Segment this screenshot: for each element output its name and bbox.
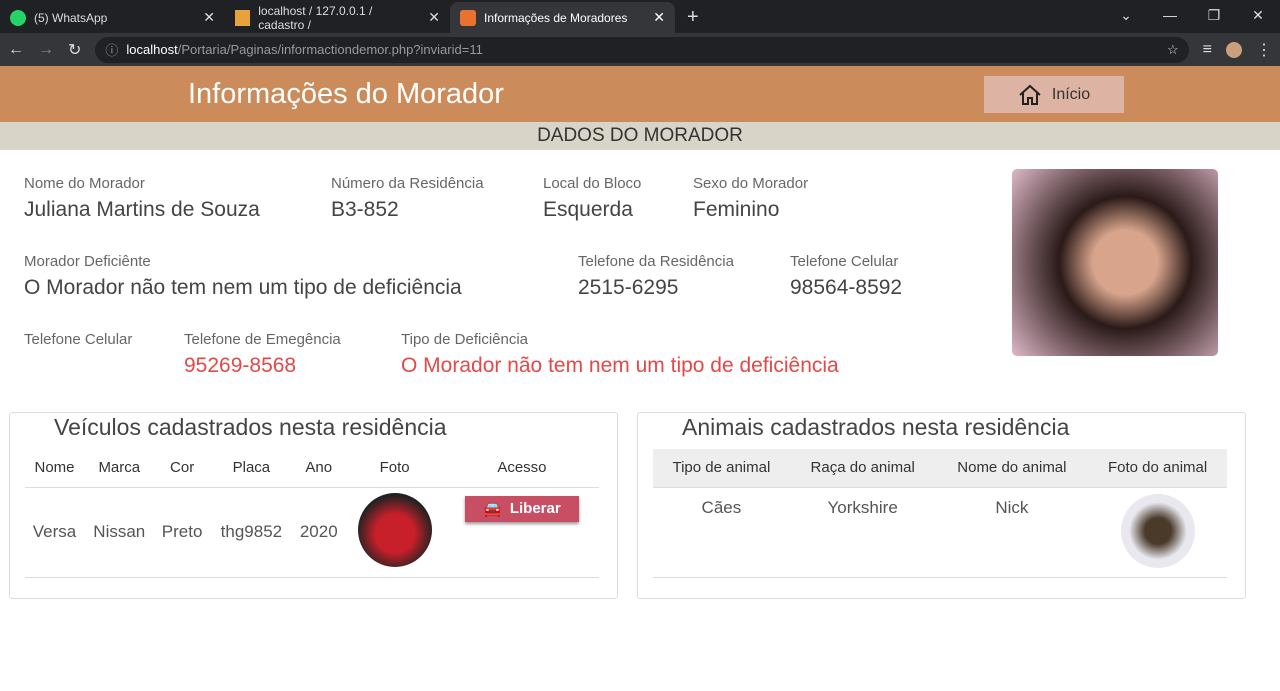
url-path: /Portaria/Paginas/informactiondemor.php?… bbox=[177, 42, 483, 57]
home-button[interactable]: Início bbox=[984, 76, 1124, 113]
animals-title: Animais cadastrados nesta residência bbox=[682, 414, 1070, 440]
star-icon[interactable]: ☆ bbox=[1167, 42, 1179, 58]
close-window-button[interactable]: ✕ bbox=[1236, 0, 1280, 30]
whatsapp-icon bbox=[10, 9, 26, 26]
close-icon[interactable]: ✕ bbox=[203, 9, 215, 26]
field-tipo-deficiencia: Tipo de Deficiência O Morador não tem nem… bbox=[401, 331, 839, 377]
tab-bar: (5) WhatsApp ✕ localhost / 127.0.0.1 / ca… bbox=[0, 0, 1280, 33]
col-header: Ano bbox=[305, 459, 333, 477]
close-icon[interactable]: ✕ bbox=[653, 9, 665, 26]
page-header: Informações do Morador Início bbox=[0, 66, 1280, 122]
animals-panel: Animais cadastrados nesta residência Tip… bbox=[637, 412, 1246, 599]
vehicles-table: Nome Marca Cor Placa Ano Foto Acesso Versa Nis… bbox=[25, 449, 599, 578]
url-input[interactable]: ⓘ localhost/Portaria/Paginas/informaction… bbox=[95, 36, 1189, 63]
col-header: Marca bbox=[98, 459, 141, 477]
field-nome: Nome do Morador Juliana Martins de Souza bbox=[24, 175, 260, 221]
field-sexo: Sexo do Morador Feminino bbox=[693, 175, 809, 221]
url-host: localhost bbox=[126, 42, 178, 57]
tab-search-icon[interactable]: ⌄ bbox=[1104, 0, 1148, 30]
close-icon[interactable]: ✕ bbox=[428, 9, 440, 26]
animal-photo bbox=[1120, 493, 1195, 568]
vehicles-title: Veículos cadastrados nesta residência bbox=[54, 414, 447, 440]
tab-whatsapp[interactable]: (5) WhatsApp ✕ bbox=[0, 2, 225, 33]
minimize-button[interactable]: — bbox=[1148, 0, 1192, 30]
resident-info: Nome do Morador Juliana Martins de Souza … bbox=[0, 150, 1280, 410]
field-deficiente: Morador Deficiênte O Morador não tem nem … bbox=[24, 253, 462, 299]
table-row: Versa Nissan Preto thg9852 2020 🚘 Liberar bbox=[25, 486, 599, 578]
tab-phpmyadmin[interactable]: localhost / 127.0.0.1 / cadastro / ✕ bbox=[225, 2, 450, 33]
field-numero: Número da Residência B3-852 bbox=[331, 175, 484, 221]
col-header: Raça do animal bbox=[789, 449, 936, 487]
vehicle-photo bbox=[357, 492, 432, 567]
col-header: Nome bbox=[34, 459, 75, 477]
tab-title: localhost / 127.0.0.1 / cadastro / bbox=[258, 3, 373, 32]
address-bar-row: ← → ↻ ⓘ localhost/Portaria/Paginas/inform… bbox=[0, 33, 1280, 66]
car-garage-icon: 🚘 bbox=[483, 500, 502, 518]
page-title: Informações do Morador bbox=[188, 78, 504, 110]
reload-icon[interactable]: ↻ bbox=[68, 40, 81, 60]
col-header: Tipo de animal bbox=[653, 449, 790, 487]
tab-informacoes[interactable]: Informações de Moradores ✕ bbox=[450, 2, 675, 33]
section-title: DADOS DO MORADOR bbox=[0, 122, 1280, 150]
media-icon[interactable]: ≡ bbox=[1203, 41, 1212, 59]
tab-title: (5) WhatsApp bbox=[34, 10, 108, 25]
cell: Cães bbox=[653, 486, 790, 578]
vehicles-panel: Veículos cadastrados nesta residência No… bbox=[9, 412, 618, 599]
col-header: Foto bbox=[379, 459, 410, 477]
field-tel-celular: Telefone Celular 98564-8592 bbox=[790, 253, 903, 299]
home-label: Início bbox=[1051, 85, 1091, 103]
col-header: Placa bbox=[232, 459, 271, 477]
xampp-icon bbox=[460, 9, 476, 26]
field-tel-emergencia: Telefone de Emegência 95269-8568 bbox=[184, 331, 341, 377]
avatar[interactable] bbox=[1226, 41, 1242, 58]
back-icon[interactable]: ← bbox=[8, 41, 24, 59]
col-header: Nome do animal bbox=[935, 449, 1089, 487]
tab-title: Informações de Moradores bbox=[484, 10, 628, 25]
phpmyadmin-icon bbox=[235, 9, 251, 26]
restore-button[interactable]: ❐ bbox=[1192, 0, 1236, 30]
col-header: Cor bbox=[170, 459, 195, 477]
cell: thg9852 bbox=[209, 486, 294, 578]
cell: Nick bbox=[935, 486, 1089, 578]
forward-icon[interactable]: → bbox=[38, 41, 54, 59]
field-tel-residencia: Telefone da Residência 2515-6295 bbox=[578, 253, 734, 299]
field-tel-celular-2: Telefone Celular bbox=[24, 331, 133, 348]
col-header: Acesso bbox=[497, 459, 547, 477]
cell: 2020 bbox=[293, 486, 345, 578]
cell: Preto bbox=[154, 486, 210, 578]
animals-table: Tipo de animal Raça do animal Nome do anim… bbox=[653, 449, 1227, 578]
menu-icon[interactable]: ⋮ bbox=[1256, 40, 1272, 60]
new-tab-button[interactable]: + bbox=[675, 2, 711, 33]
col-header: Foto do animal bbox=[1088, 449, 1227, 487]
cell: Yorkshire bbox=[789, 486, 936, 578]
cell: Nissan bbox=[84, 486, 155, 578]
cell: Versa bbox=[25, 486, 85, 578]
table-row: Cães Yorkshire Nick bbox=[653, 486, 1227, 578]
info-icon: ⓘ bbox=[105, 43, 119, 58]
liberar-button[interactable]: 🚘 Liberar bbox=[465, 495, 579, 522]
resident-photo bbox=[1012, 169, 1218, 356]
field-bloco: Local do Bloco Esquerda bbox=[543, 175, 642, 221]
home-icon bbox=[1019, 84, 1041, 105]
